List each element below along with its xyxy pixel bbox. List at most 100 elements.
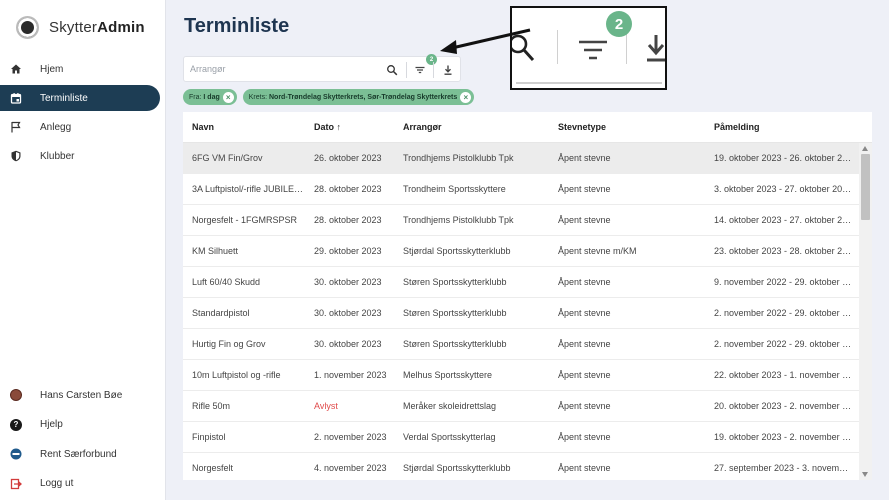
chip-remove-icon[interactable]: × (222, 91, 234, 103)
shield-icon (10, 150, 22, 162)
cell-stevnetype: Åpent stevne (558, 370, 611, 380)
scroll-down-icon[interactable] (862, 472, 868, 477)
cell-navn: Hurtig Fin og Grov (192, 339, 266, 349)
cell-navn: Finpistol (192, 432, 226, 442)
cell-pamelding: 14. oktober 2023 - 27. oktober 2023 (714, 215, 852, 225)
event-table: Navn Dato ↑ Arrangør Stevnetype Påmeldin… (183, 112, 872, 480)
user-name: Hans Carsten Bøe (40, 389, 123, 401)
cell-dato: 26. oktober 2023 (314, 153, 382, 163)
cell-stevnetype: Åpent stevne (558, 339, 611, 349)
table-row[interactable]: Luft 60/40 Skudd 30. oktober 2023 Støren S… (183, 267, 872, 298)
nav-item-label: Terminliste (40, 92, 88, 104)
cell-dato: 28. oktober 2023 (314, 215, 382, 225)
search-bar: 2 (183, 54, 461, 82)
filter-chip-krets[interactable]: Krets: Nord-Trøndelag Skytterkrets, Sør-… (242, 89, 475, 105)
table-scrollbar[interactable] (859, 143, 872, 480)
cell-arrangor: Stjørdal Sportsskytterklubb (403, 246, 511, 256)
nav-item-logg-ut[interactable]: Logg ut (0, 471, 160, 497)
page-title: Terminliste (184, 15, 290, 37)
cell-navn: 6FG VM Fin/Grov (192, 153, 263, 163)
cell-stevnetype: Åpent stevne (558, 463, 611, 473)
cell-stevnetype: Åpent stevne (558, 401, 611, 411)
nav-item-hjem[interactable]: Hjem (0, 56, 160, 82)
cell-stevnetype: Åpent stevne (558, 215, 611, 225)
cell-navn: 10m Luftpistol og -rifle (192, 370, 281, 380)
chip-label: Krets: Nord-Trøndelag Skytterkrets, Sør-… (248, 93, 458, 101)
scrollbar-thumb[interactable] (861, 154, 870, 220)
cell-navn: Rifle 50m (192, 401, 231, 411)
nav-item-label: Logg ut (40, 478, 74, 489)
zoomed-search-icon (512, 34, 535, 62)
nav-item-profile[interactable]: Hans Carsten Bøe (0, 382, 160, 408)
table-row[interactable]: Hurtig Fin og Grov 30. oktober 2023 Støren… (183, 329, 872, 360)
cell-stevnetype: Åpent stevne (558, 308, 611, 318)
column-header-arrangor[interactable]: Arrangør (394, 122, 549, 132)
cell-dato: 30. oktober 2023 (314, 339, 382, 349)
sidebar: SkytterAdmin Hjem Terminliste Anlegg Klu… (0, 0, 166, 500)
logo-icon (16, 16, 39, 39)
zoomed-download-icon (647, 35, 665, 62)
cell-stevnetype: Åpent stevne (558, 153, 611, 163)
cell-pamelding: 27. september 2023 - 3. november 2023 (714, 463, 852, 473)
cell-pamelding: 19. oktober 2023 - 2. november 2023 (714, 432, 852, 442)
nav-item-label: Anlegg (40, 121, 72, 133)
cell-arrangor: Trondhjems Pistolklubb Tpk (403, 215, 514, 225)
chip-remove-icon[interactable]: × (460, 91, 472, 103)
filter-chip-fra[interactable]: Fra: I dag × (183, 89, 237, 105)
search-input[interactable] (184, 64, 374, 74)
cell-arrangor: Støren Sportsskytterklubb (403, 339, 507, 349)
table-row[interactable]: Finpistol 2. november 2023 Verdal Sportssk… (183, 422, 872, 453)
cell-navn: KM Silhuett (192, 246, 239, 256)
nav-item-hjelp[interactable]: ? Hjelp (0, 412, 160, 438)
nav-item-klubber[interactable]: Klubber (0, 143, 160, 169)
table-row[interactable]: 10m Luftpistol og -rifle 1. november 2023… (183, 360, 872, 391)
filter-button[interactable] (413, 63, 427, 77)
rent-saerforbund-icon (10, 448, 22, 460)
cell-dato: 30. oktober 2023 (314, 277, 382, 287)
cell-stevnetype: Åpent stevne m/KM (558, 246, 637, 256)
table-row[interactable]: Norgesfelt - 1FGMRSPSR 28. oktober 2023 Tr… (183, 205, 872, 236)
column-header-pamelding[interactable]: Påmelding (705, 122, 852, 132)
cell-pamelding: 3. oktober 2023 - 27. oktober 2023 (714, 184, 852, 194)
avatar (10, 389, 22, 401)
brand[interactable]: SkytterAdmin (16, 16, 145, 39)
column-header-dato[interactable]: Dato ↑ (305, 122, 394, 132)
table-row[interactable]: Rifle 50m Avlyst Meråker skoleidrettslag Åp… (183, 391, 872, 422)
logout-icon (10, 478, 22, 490)
nav-item-label: Hjelp (40, 419, 63, 430)
table-row[interactable]: 3A Luftpistol/-rifle JUBILEUM 28. oktober… (183, 174, 872, 205)
active-filters: Fra: I dag × Krets: Nord-Trøndelag Skytt… (183, 89, 475, 105)
table-row[interactable]: 6FG VM Fin/Grov 26. oktober 2023 Trondhjem… (183, 143, 872, 174)
search-icon[interactable] (385, 63, 399, 77)
filter-count-badge: 2 (426, 54, 437, 65)
nav-item-terminliste[interactable]: Terminliste (0, 85, 160, 111)
cell-pamelding: 22. oktober 2023 - 1. november 2023 (714, 370, 852, 380)
column-header-navn[interactable]: Navn (183, 122, 305, 132)
cell-stevnetype: Åpent stevne (558, 277, 611, 287)
nav-item-label: Klubber (40, 150, 75, 162)
table-header: Navn Dato ↑ Arrangør Stevnetype Påmeldin… (183, 112, 872, 143)
table-row[interactable]: Standardpistol 30. oktober 2023 Støren Spo… (183, 298, 872, 329)
cell-dato: 2. november 2023 (314, 432, 387, 442)
cell-dato: 4. november 2023 (314, 463, 387, 473)
download-button[interactable] (441, 63, 455, 77)
help-icon: ? (10, 418, 22, 431)
table-row[interactable]: KM Silhuett 29. oktober 2023 Stjørdal Spor… (183, 236, 872, 267)
cell-stevnetype: Åpent stevne (558, 432, 611, 442)
cell-stevnetype: Åpent stevne (558, 184, 611, 194)
cell-arrangor: Trondheim Sportsskyttere (403, 184, 506, 194)
cell-dato: 30. oktober 2023 (314, 308, 382, 318)
cell-navn: Standardpistol (192, 308, 250, 318)
cell-navn: Norgesfelt - 1FGMRSPSR (192, 215, 298, 225)
nav-item-anlegg[interactable]: Anlegg (0, 114, 160, 140)
cell-arrangor: Meråker skoleidrettslag (403, 401, 497, 411)
download-icon (444, 65, 452, 75)
cell-pamelding: 19. oktober 2023 - 26. oktober 2023 (714, 153, 852, 163)
scroll-up-icon[interactable] (862, 146, 868, 151)
cell-arrangor: Melhus Sportsskyttere (403, 370, 493, 380)
table-row[interactable]: Norgesfelt 4. november 2023 Stjørdal Sport… (183, 453, 872, 480)
nav-item-rent-saerforbund[interactable]: Rent Særforbund (0, 441, 160, 467)
cell-arrangor: Støren Sportsskytterklubb (403, 277, 507, 287)
callout-badge: 2 (606, 11, 632, 37)
column-header-stevnetype[interactable]: Stevnetype (549, 122, 705, 132)
